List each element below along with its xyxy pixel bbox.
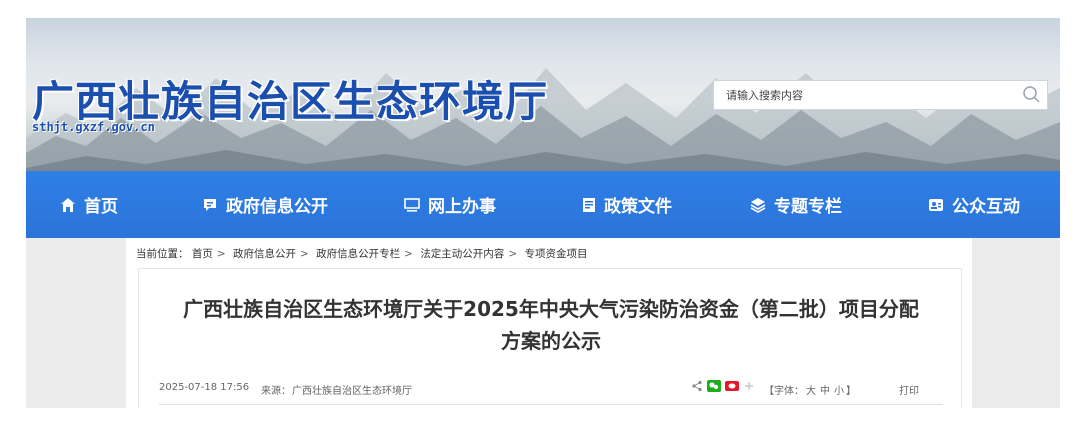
nav-item-policy-documents[interactable]: 政策文件 — [582, 171, 672, 238]
font-size-small-button[interactable]: 小 — [834, 386, 844, 397]
nav-item-label: 公众互动 — [952, 197, 1020, 217]
breadcrumb: 当前位置： 首页 > 政府信息公开 > 政府信息公开专栏 > 法定主动公开内容 > 专项… — [136, 246, 587, 261]
monitor-icon — [404, 197, 420, 212]
article-title-line1: 广西壮族自治区生态环境厅关于2025年中央大气污染防治资金（第二批）项目分配 — [183, 297, 919, 321]
breadcrumb-link-home[interactable]: 首页 — [192, 248, 213, 260]
print-button[interactable]: 打印 — [899, 382, 919, 397]
font-size-label: 【字体： — [764, 386, 804, 397]
font-size-bracket: 】 — [846, 386, 856, 397]
search-input[interactable] — [714, 81, 1016, 109]
breadcrumb-separator: > — [216, 248, 226, 260]
search-icon[interactable] — [1021, 84, 1043, 106]
breadcrumb-prefix: 当前位置： — [136, 248, 189, 260]
site-domain: sthjt.gxzf.gov.cn — [32, 120, 155, 134]
main-nav: 首页 政府信息公开 网上办事 政策文件 专题专栏 公众互动 — [26, 171, 1060, 238]
weibo-share-icon[interactable] — [725, 380, 739, 395]
publish-date: 2025-07-18 17:56 — [159, 382, 250, 393]
people-icon — [929, 198, 943, 211]
document-icon — [583, 197, 595, 212]
layers-icon — [750, 197, 766, 213]
source-label: 来源： — [261, 386, 291, 397]
home-icon — [61, 197, 75, 212]
font-size-control: 【字体：大中小】 — [764, 382, 856, 397]
article-meta: 2025-07-18 17:56 来源： 广西壮族自治区生态环境厅 【字体： 大… — [159, 380, 943, 405]
font-size-large-button[interactable]: 大 — [806, 386, 816, 397]
nav-item-label: 政策文件 — [604, 197, 672, 217]
search-box — [713, 80, 1048, 110]
article-title: 广西壮族自治区生态环境厅关于2025年中央大气污染防治资金（第二批）项目分配 方… — [159, 293, 943, 357]
breadcrumb-link-government-info[interactable]: 政府信息公开 — [233, 248, 296, 260]
page-frame: 广西壮族自治区生态环境厅 sthjt.gxzf.gov.cn 首页 政府信息公开… — [26, 18, 1060, 408]
nav-item-online-services[interactable]: 网上办事 — [404, 171, 496, 238]
breadcrumb-link-info-column[interactable]: 政府信息公开专栏 — [316, 248, 400, 260]
nav-item-label: 政府信息公开 — [226, 197, 328, 217]
nav-item-label: 首页 — [84, 197, 118, 217]
nav-item-label: 网上办事 — [428, 197, 496, 217]
article-title-line2: 方案的公示 — [501, 329, 601, 353]
wechat-share-icon[interactable] — [707, 380, 721, 395]
breadcrumb-separator: > — [300, 248, 309, 260]
breadcrumb-separator: > — [404, 248, 413, 260]
nav-item-special-topics[interactable]: 专题专栏 — [750, 171, 842, 238]
share-icon[interactable] — [691, 380, 703, 395]
font-size-medium-button[interactable]: 中 — [820, 386, 830, 397]
breadcrumb-link-special-funds[interactable]: 专项资金项目 — [524, 248, 587, 260]
article-panel: 广西壮族自治区生态环境厅关于2025年中央大气污染防治资金（第二批）项目分配 方… — [138, 268, 962, 408]
share-bar — [691, 380, 755, 395]
nav-item-public-interaction[interactable]: 公众互动 — [928, 171, 1020, 238]
nav-item-label: 专题专栏 — [774, 197, 842, 217]
source-value: 广西壮族自治区生态环境厅 — [292, 386, 412, 397]
breadcrumb-separator: > — [508, 248, 518, 260]
nav-item-government-info[interactable]: 政府信息公开 — [202, 171, 328, 238]
more-share-icon[interactable] — [743, 380, 755, 395]
chat-icon — [204, 198, 216, 211]
content-area: 当前位置： 首页 > 政府信息公开 > 政府信息公开专栏 > 法定主动公开内容 > 专项… — [126, 238, 972, 408]
breadcrumb-link-statutory-content[interactable]: 法定主动公开内容 — [420, 248, 504, 260]
nav-item-home[interactable]: 首页 — [60, 171, 118, 238]
header-banner: 广西壮族自治区生态环境厅 sthjt.gxzf.gov.cn — [26, 18, 1060, 171]
